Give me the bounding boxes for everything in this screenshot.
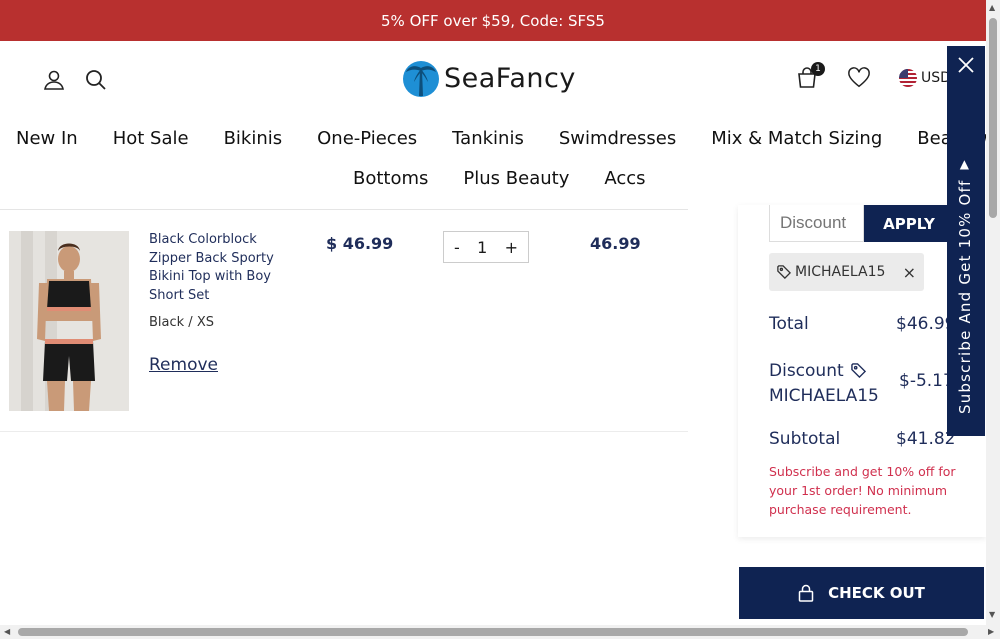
remove-item-link[interactable]: Remove — [149, 355, 218, 375]
wishlist-heart-icon[interactable] — [847, 66, 871, 90]
us-flag-icon — [899, 69, 917, 87]
main-nav-row-2: Bottoms Plus Beauty Accs — [353, 168, 646, 189]
discount-row: Discount MICHAELA15 — [769, 359, 879, 409]
scroll-up-arrow-icon[interactable]: ▲ — [989, 3, 995, 12]
vertical-scrollbar-thumb[interactable] — [989, 18, 997, 218]
cart-count-badge: 1 — [811, 62, 825, 76]
remove-discount-close-icon[interactable]: × — [903, 263, 916, 282]
qty-increment-button[interactable]: + — [505, 238, 518, 257]
promo-text[interactable]: 5% OFF over $59, Code: SFS5 — [381, 12, 605, 30]
subtotal-label: Subtotal — [769, 429, 841, 449]
promo-bar[interactable]: 5% OFF over $59, Code: SFS5 — [0, 0, 986, 41]
scroll-right-arrow-icon[interactable]: ▶ — [988, 627, 994, 636]
horizontal-scrollbar[interactable]: ◀ ▶ — [0, 625, 1000, 639]
discount-code-text: MICHAELA15 — [769, 386, 879, 406]
header-left-icons — [42, 68, 108, 92]
qty-value[interactable]: 1 — [477, 238, 487, 257]
nav-one-pieces[interactable]: One-Pieces — [317, 128, 417, 149]
subscribe-side-tab[interactable]: Subscribe And Get 10% Off ▲ — [947, 46, 985, 436]
horizontal-scrollbar-thumb[interactable] — [18, 628, 968, 636]
lock-icon — [798, 584, 814, 602]
scroll-left-arrow-icon[interactable]: ◀ — [4, 627, 10, 636]
applied-code-label: MICHAELA15 — [795, 264, 886, 280]
vertical-scrollbar[interactable]: ▲ ▼ — [986, 0, 1000, 625]
unit-price: $ 46.99 — [326, 234, 394, 253]
site-logo[interactable]: SeaFancy — [402, 58, 576, 98]
cart-icon[interactable]: 1 — [795, 62, 825, 90]
discount-value: $-5.17 — [899, 371, 954, 391]
nav-mix-match-sizing[interactable]: Mix & Match Sizing — [711, 128, 882, 149]
currency-selector[interactable]: USD — [899, 69, 951, 87]
main-nav-row-1: New In Hot Sale Bikinis One-Pieces Tanki… — [16, 128, 999, 149]
checkout-button[interactable]: CHECK OUT — [739, 567, 984, 619]
subscribe-tab-label: Subscribe And Get 10% Off — [956, 179, 974, 415]
nav-tankinis[interactable]: Tankinis — [452, 128, 524, 149]
product-name-link[interactable]: Black Colorblock Zipper Back Sporty Biki… — [149, 231, 279, 305]
nav-divider — [0, 209, 688, 210]
nav-swimdresses[interactable]: Swimdresses — [559, 128, 676, 149]
line-total: 46.99 — [590, 234, 641, 253]
scroll-down-arrow-icon[interactable]: ▼ — [989, 610, 995, 619]
applied-discount-chip: MICHAELA15 × — [769, 253, 924, 291]
page: 5% OFF over $59, Code: SFS5 SeaFancy 1 U… — [0, 0, 1000, 639]
expand-arrow-icon: ▲ — [959, 157, 971, 172]
subscribe-notice: Subscribe and get 10% off for your 1st o… — [769, 464, 956, 517]
search-icon[interactable] — [84, 68, 108, 92]
item-divider — [0, 431, 688, 432]
header-right-icons: 1 USD — [795, 62, 951, 90]
nav-hot-sale[interactable]: Hot Sale — [113, 128, 189, 149]
product-thumbnail[interactable] — [9, 231, 129, 411]
nav-bottoms[interactable]: Bottoms — [353, 168, 428, 189]
discount-code-input[interactable] — [769, 205, 864, 242]
palm-tree-logo-icon — [403, 61, 439, 97]
qty-decrement-button[interactable]: - — [454, 238, 460, 257]
apply-discount-button[interactable]: APPLY — [864, 205, 954, 242]
logo-text: SeaFancy — [444, 62, 576, 94]
tag-icon — [851, 363, 867, 379]
subscribe-tab-label-wrap[interactable]: Subscribe And Get 10% Off ▲ — [956, 157, 974, 415]
nav-accs[interactable]: Accs — [604, 168, 645, 189]
discount-label: Discount — [769, 361, 844, 381]
close-icon[interactable] — [956, 54, 976, 76]
product-variant: Black / XS — [149, 315, 214, 330]
account-icon[interactable] — [42, 68, 66, 92]
nav-plus-beauty[interactable]: Plus Beauty — [463, 168, 569, 189]
checkout-label: CHECK OUT — [828, 584, 925, 602]
tag-icon — [777, 265, 791, 279]
nav-bikinis[interactable]: Bikinis — [224, 128, 283, 149]
total-label: Total — [769, 314, 809, 334]
quantity-stepper: - 1 + — [443, 231, 529, 263]
nav-new-in[interactable]: New In — [16, 128, 78, 149]
